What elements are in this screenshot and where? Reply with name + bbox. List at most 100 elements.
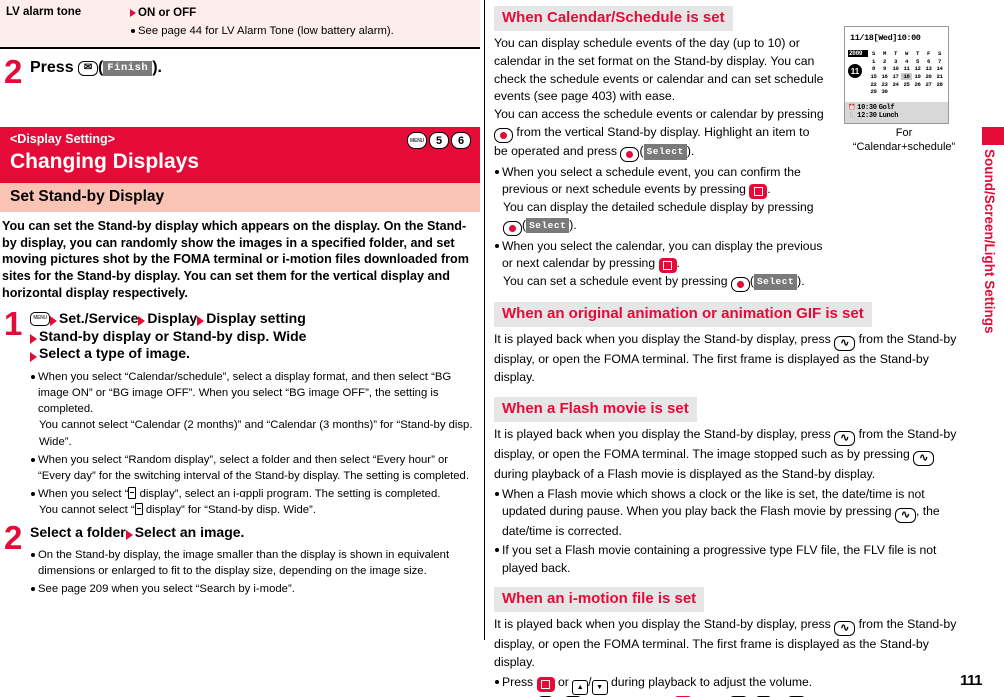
step-2-note-1-text: On the Stand-by display, the image small… bbox=[38, 548, 450, 577]
chapter-header: <Display Setting> Changing Displays MENU… bbox=[0, 127, 480, 183]
calendar-day bbox=[912, 88, 923, 96]
spec-option-text: ON or OFF bbox=[138, 7, 197, 19]
calendar-day: 6 bbox=[926, 57, 931, 65]
step-1-note-1: When you select “Calendar/schedule”, sel… bbox=[30, 369, 480, 417]
triangle-marker-icon bbox=[130, 9, 136, 17]
mail-key-icon bbox=[78, 60, 99, 76]
chapter-subtitle: <Display Setting> bbox=[10, 132, 115, 147]
phone-calendar: 2009 11 S M T W T F S 1 2 3 4 5 6 7 8 9 … bbox=[845, 43, 948, 98]
end-key-icon bbox=[894, 507, 916, 523]
calendar-day: 29 bbox=[870, 88, 877, 96]
triangle-marker-icon bbox=[197, 316, 205, 327]
schedule-event-title: Lunch bbox=[878, 111, 899, 120]
animation-p1-a: It is played back when you display the S… bbox=[494, 332, 831, 347]
note-3-prefix: When you select “ bbox=[38, 487, 129, 500]
calendar-section-heading: When Calendar/Schedule is set bbox=[494, 6, 733, 31]
step-1-title-line2: Stand-by display or Stand-by disp. Wide bbox=[30, 328, 480, 346]
calendar-paragraph-2: You can access the schedule events or ca… bbox=[494, 106, 824, 163]
flash-section-heading: When a Flash movie is set bbox=[494, 396, 697, 422]
bullet-dot-icon bbox=[495, 243, 499, 248]
triangle-marker-icon bbox=[30, 351, 37, 362]
center-key-icon bbox=[730, 277, 750, 293]
step-2-title-b: Select an image. bbox=[134, 523, 245, 540]
imotion-section-heading: When an i-motion file is set bbox=[494, 586, 705, 612]
bullet-dot-icon bbox=[31, 491, 35, 496]
step-finish-verb: Press bbox=[30, 59, 74, 77]
animation-paragraph-1: It is played back when you display the S… bbox=[494, 331, 962, 387]
imotion-note-1-b: or bbox=[557, 674, 569, 689]
calendar-day: 8 bbox=[871, 65, 876, 73]
calendar-day bbox=[923, 88, 934, 96]
spec-note-text: See page 44 for LV Alarm Tone (low batte… bbox=[138, 24, 394, 37]
calendar-week-row: 15 16 17 18 19 20 21 bbox=[868, 72, 945, 81]
calendar-day bbox=[901, 88, 912, 96]
calendar-day: 30 bbox=[881, 88, 888, 96]
calendar-day: 20 bbox=[925, 73, 932, 81]
calendar-day: 21 bbox=[936, 73, 943, 81]
step-finish-suffix: ). bbox=[152, 59, 162, 77]
calendar-note-2: When you select the calendar, you can di… bbox=[494, 238, 834, 274]
flash-p1-c: during playback of a Flash movie is disp… bbox=[494, 466, 876, 481]
calendar-week-row: 8 9 10 11 12 13 14 bbox=[868, 65, 945, 73]
step-1-note-1-cont: You cannot select “Calendar (2 months)” … bbox=[39, 419, 473, 448]
triangle-marker-icon bbox=[125, 530, 133, 541]
calendar-weekday: T bbox=[893, 50, 898, 58]
calendar-day: 3 bbox=[893, 57, 898, 65]
calendar-day: 22 bbox=[870, 80, 877, 88]
bullet-dot-icon bbox=[495, 170, 499, 175]
menu-key-icon: MENU bbox=[407, 132, 427, 150]
imotion-note-1-c: during playback to adjust the volume. bbox=[610, 674, 813, 689]
flash-note-2: If you set a Flash movie containing a pr… bbox=[494, 542, 962, 577]
bullet-dot-icon bbox=[495, 548, 499, 553]
stand-by-display-figure: 11/18[Wed]10:00 2009 11 S M T W T F S 1 … bbox=[844, 26, 964, 154]
imotion-section-body: It is played back when you display the S… bbox=[494, 616, 962, 672]
calendar-day-selected: 18 bbox=[901, 72, 912, 81]
calendar-week-row: 1 2 3 4 5 6 7 bbox=[868, 58, 945, 66]
page-number: 111 bbox=[960, 672, 982, 689]
navigation-key-icon bbox=[536, 676, 555, 692]
calendar-week-row: 22 23 24 25 26 27 28 bbox=[868, 80, 945, 88]
phone-calendar-year: 2009 bbox=[848, 50, 868, 57]
calendar-note-2-text: When you select the calendar, you can di… bbox=[502, 238, 834, 274]
step-1-path-4: Stand-by display or Stand-by disp. Wide bbox=[39, 327, 307, 344]
step-1-title-line3: Select a type of image. bbox=[30, 345, 480, 363]
phone-calendar-month: 11 bbox=[848, 64, 862, 78]
imotion-section: When an i-motion file is set It is playe… bbox=[492, 577, 964, 697]
schedule-event-item: 🍴 12:30 Lunch bbox=[848, 112, 945, 120]
imotion-paragraph-1: It is played back when you display the S… bbox=[494, 616, 962, 672]
calendar-day: 28 bbox=[936, 80, 943, 88]
step-2-note-1: On the Stand-by display, the image small… bbox=[30, 547, 480, 579]
calendar-day: 27 bbox=[925, 80, 932, 88]
spec-option-line: ON or OFF bbox=[130, 5, 474, 22]
bullet-dot-icon bbox=[131, 28, 135, 33]
end-key-icon bbox=[913, 450, 935, 466]
bullet-dot-icon bbox=[495, 491, 499, 496]
step-1-note-2-text: When you select “Random display”, select… bbox=[38, 453, 469, 482]
imotion-note-1-text: Press or ▲ / ▼ during playback to adjust t… bbox=[502, 674, 962, 696]
select-softkey-label: Select bbox=[753, 274, 798, 290]
calendar-day: 2 bbox=[882, 57, 887, 65]
animation-section: When an original animation or animation … bbox=[492, 292, 964, 387]
imotion-p1-a: It is played back when you display the S… bbox=[494, 616, 831, 631]
navigation-key-icon bbox=[749, 184, 768, 200]
calendar-day: 14 bbox=[936, 65, 943, 73]
step-1-path-1: Set./Service bbox=[59, 309, 139, 326]
menu-shortcut-keys: MENU 5 6 bbox=[407, 132, 471, 150]
center-key-icon bbox=[494, 128, 513, 144]
flash-p1-a: It is played back when you display the S… bbox=[494, 426, 831, 441]
calendar-day: 17 bbox=[892, 73, 899, 81]
page-title: Changing Displays bbox=[10, 149, 200, 173]
phone-calendar-grid: S M T W T F S 1 2 3 4 5 6 7 8 9 10 11 12… bbox=[868, 50, 945, 96]
calendar-weekday: S bbox=[937, 50, 942, 58]
calendar-day: 15 bbox=[870, 73, 877, 81]
calendar-week-row: 29 30 bbox=[868, 88, 945, 96]
calendar-day: 13 bbox=[925, 65, 932, 73]
center-key-icon bbox=[620, 147, 640, 163]
calendar-day: 11 bbox=[903, 65, 910, 73]
spec-row-body: ON or OFF See page 44 for LV Alarm Tone … bbox=[130, 0, 480, 47]
calendar-day: 24 bbox=[892, 80, 899, 88]
bullet-dot-icon bbox=[31, 457, 35, 462]
calendar-day: 23 bbox=[881, 80, 888, 88]
phone-status-time: 11/18[Wed]10:00 bbox=[850, 33, 921, 43]
side-tab-block bbox=[982, 127, 1004, 145]
